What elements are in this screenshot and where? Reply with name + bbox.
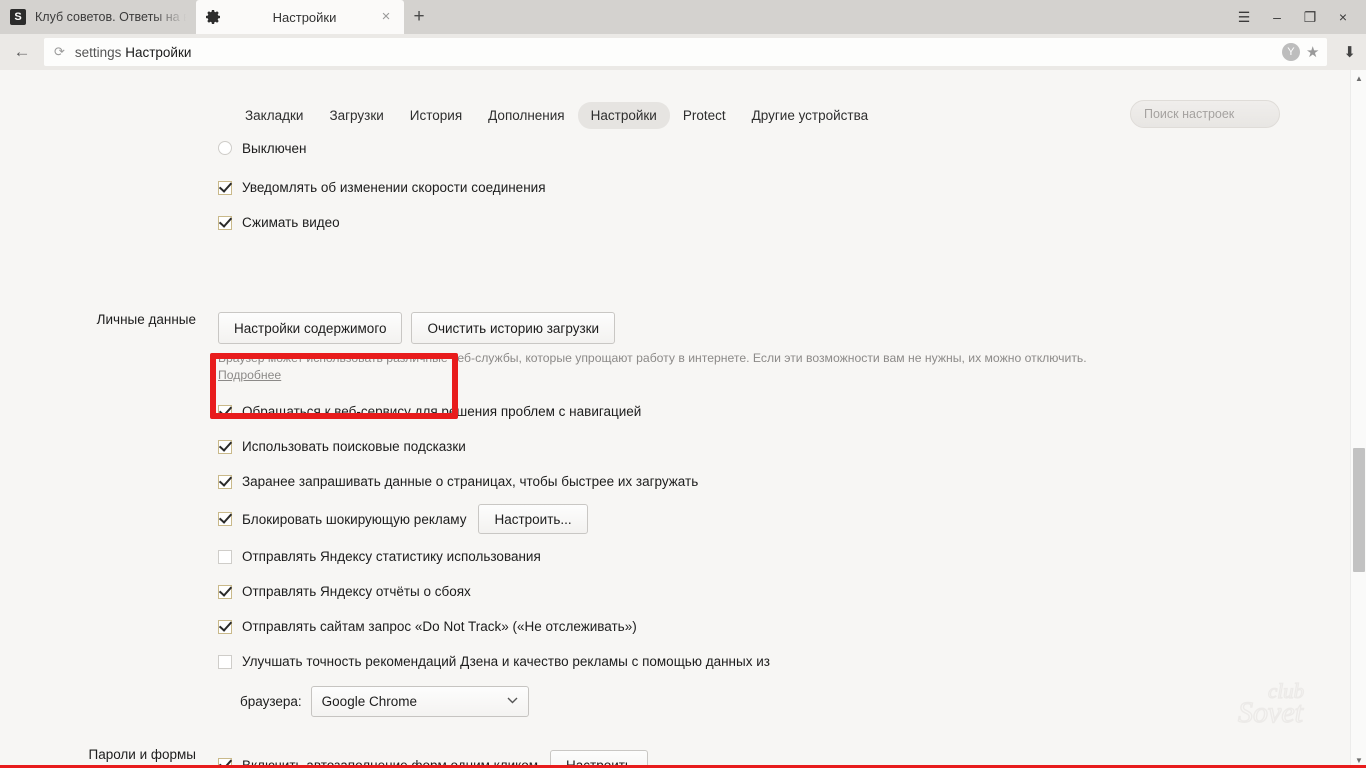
back-icon[interactable]: ← bbox=[0, 34, 44, 70]
option-search-suggestions[interactable]: Использовать поисковые подсказки bbox=[218, 429, 1340, 464]
personal-data-section-label: Личные данные bbox=[96, 312, 196, 327]
yandex-badge-icon[interactable]: Y bbox=[1281, 43, 1300, 61]
option-send-crash-reports[interactable]: Отправлять Яндексу отчёты о сбоях bbox=[218, 574, 1340, 609]
option-label: Улучшать точность рекомендаций Дзена и к… bbox=[242, 654, 770, 669]
gear-icon bbox=[206, 9, 222, 25]
option-block-shocking-ads[interactable]: Блокировать шокирующую рекламу Настроить… bbox=[218, 499, 1340, 539]
option-label: Отправлять Яндексу статистику использова… bbox=[242, 549, 541, 564]
personal-data-options: Обращаться к веб-сервису для решения про… bbox=[218, 394, 1340, 723]
option-compress-video[interactable]: Сжимать видео bbox=[218, 205, 1340, 240]
scrollbar-thumb[interactable] bbox=[1353, 448, 1365, 572]
watermark-logo: club Sovet bbox=[1234, 672, 1352, 732]
browser-tab-1[interactable]: S Клуб советов. Ответы на во bbox=[0, 0, 196, 34]
option-do-not-track[interactable]: Отправлять сайтам запрос «Do Not Track» … bbox=[218, 609, 1340, 644]
option-web-service-navigation[interactable]: Обращаться к веб-сервису для решения про… bbox=[218, 394, 1340, 429]
turbo-section: Выключен Уведомлять об изменении скорост… bbox=[0, 134, 1340, 240]
omnibox-actions: Y ★ bbox=[1281, 43, 1319, 61]
nav-item-protect[interactable]: Protect bbox=[670, 102, 739, 129]
option-label: Заранее запрашивать данные о страницах, … bbox=[242, 474, 699, 489]
checkbox-icon[interactable] bbox=[218, 549, 232, 564]
nav-item-downloads[interactable]: Загрузки bbox=[316, 102, 396, 129]
menu-icon[interactable]: ☰ bbox=[1229, 2, 1259, 32]
omnibox-url-title: Настройки bbox=[125, 44, 192, 60]
option-label: Блокировать шокирующую рекламу bbox=[242, 511, 467, 527]
omnibox-url: settings Настройки bbox=[75, 45, 192, 60]
reload-icon[interactable]: ⟳ bbox=[54, 44, 65, 60]
chevron-down-icon bbox=[507, 695, 518, 707]
content-settings-button[interactable]: Настройки содержимого bbox=[218, 312, 403, 344]
option-label: Отправлять Яндексу отчёты о сбоях bbox=[242, 584, 471, 599]
configure-ads-button[interactable]: Настроить... bbox=[478, 504, 588, 534]
nav-item-other-devices[interactable]: Другие устройства bbox=[739, 102, 882, 129]
personal-data-section: Личные данные Настройки содержимого Очис… bbox=[0, 312, 1340, 723]
browser-tab-strip: S Клуб советов. Ответы на во Настройки ×… bbox=[0, 0, 1366, 34]
browser-select[interactable]: Google Chrome bbox=[310, 685, 529, 717]
option-label: Сжимать видео bbox=[242, 215, 340, 230]
option-label: Отправлять сайтам запрос «Do Not Track» … bbox=[242, 619, 637, 634]
browser-tab-2-title: Настройки bbox=[272, 9, 337, 25]
restore-icon[interactable]: ❐ bbox=[1295, 2, 1325, 32]
browser-tab-1-title: Клуб советов. Ответы на во bbox=[35, 10, 186, 24]
clear-download-history-button[interactable]: Очистить историю загрузки bbox=[411, 312, 616, 344]
checkbox-icon[interactable] bbox=[218, 654, 232, 669]
download-icon[interactable]: ⬇ bbox=[1333, 43, 1366, 61]
watermark-line2: Sovet bbox=[1238, 696, 1304, 729]
radio-icon[interactable] bbox=[218, 141, 232, 155]
close-window-icon[interactable]: × bbox=[1328, 2, 1358, 32]
omnibox-url-prefix: settings bbox=[74, 44, 122, 60]
window-controls: ☰ – ❐ × bbox=[1229, 0, 1366, 34]
checkbox-icon[interactable] bbox=[218, 474, 232, 489]
checkbox-icon[interactable] bbox=[218, 215, 232, 230]
browser-select-value: Google Chrome bbox=[321, 693, 417, 709]
browser-select-row: браузера: Google Chrome bbox=[218, 679, 1340, 723]
nav-item-history[interactable]: История bbox=[397, 102, 475, 129]
omnibox[interactable]: ⟳ settings Настройки Y ★ bbox=[44, 38, 1328, 66]
nav-item-bookmarks[interactable]: Закладки bbox=[232, 102, 316, 129]
settings-body: Выключен Уведомлять об изменении скорост… bbox=[0, 134, 1340, 768]
settings-page: Закладки Загрузки История Дополнения Нас… bbox=[0, 70, 1366, 768]
checkbox-icon[interactable] bbox=[218, 619, 232, 634]
search-settings-input[interactable]: Поиск настроек bbox=[1130, 100, 1280, 128]
close-icon[interactable]: × bbox=[378, 9, 394, 25]
scroll-up-icon[interactable]: ▲ bbox=[1351, 70, 1366, 86]
checkbox-icon[interactable] bbox=[218, 180, 232, 195]
browser-select-label: браузера: bbox=[240, 693, 302, 709]
description-text: Браузер может использовать различные веб… bbox=[218, 351, 1087, 365]
checkbox-icon[interactable] bbox=[218, 584, 232, 599]
checkbox-icon[interactable] bbox=[218, 512, 232, 526]
checkbox-icon[interactable] bbox=[218, 404, 232, 419]
favicon-icon: S bbox=[10, 9, 26, 25]
bookmark-star-icon[interactable]: ★ bbox=[1306, 43, 1319, 61]
nav-item-addons[interactable]: Дополнения bbox=[475, 102, 577, 129]
address-bar: ← ⟳ settings Настройки Y ★ ⬇ bbox=[0, 34, 1366, 70]
personal-data-description: Браузер может использовать различные веб… bbox=[218, 350, 1098, 384]
personal-data-buttons: Настройки содержимого Очистить историю з… bbox=[218, 312, 1340, 344]
option-label: Использовать поисковые подсказки bbox=[242, 439, 466, 454]
option-label: Выключен bbox=[242, 140, 307, 156]
option-label: Уведомлять об изменении скорости соедине… bbox=[242, 180, 546, 195]
vertical-scrollbar[interactable]: ▲ ▼ bbox=[1350, 70, 1366, 768]
option-notify-speed[interactable]: Уведомлять об изменении скорости соедине… bbox=[218, 170, 1340, 205]
option-improve-zen-recommendations[interactable]: Улучшать точность рекомендаций Дзена и к… bbox=[218, 644, 1340, 679]
minimize-icon[interactable]: – bbox=[1262, 2, 1292, 32]
learn-more-link[interactable]: Подробнее bbox=[218, 368, 281, 382]
browser-tab-2[interactable]: Настройки × bbox=[196, 0, 404, 34]
nav-item-settings[interactable]: Настройки bbox=[577, 101, 670, 129]
option-send-usage-stats[interactable]: Отправлять Яндексу статистику использова… bbox=[218, 539, 1340, 574]
search-placeholder: Поиск настроек bbox=[1144, 107, 1235, 121]
checkbox-icon[interactable] bbox=[218, 439, 232, 454]
option-prefetch-pages[interactable]: Заранее запрашивать данные о страницах, … bbox=[218, 464, 1340, 499]
turbo-section-label bbox=[0, 134, 218, 240]
option-label: Обращаться к веб-сервису для решения про… bbox=[242, 404, 642, 419]
option-turbo-off[interactable]: Выключен bbox=[218, 134, 1340, 162]
new-tab-button[interactable]: + bbox=[404, 0, 434, 34]
